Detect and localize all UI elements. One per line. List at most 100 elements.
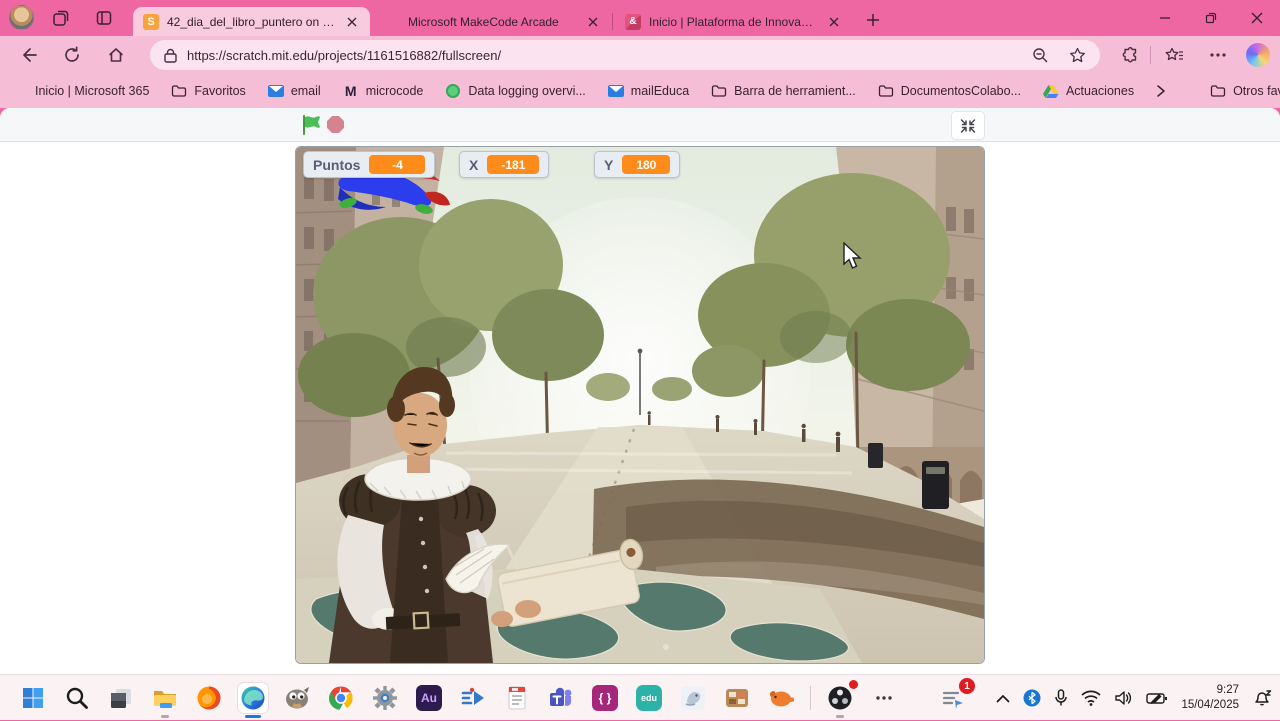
taskbar-clock[interactable]: 9:27 15/04/2025: [1181, 683, 1239, 713]
monitor-puntos[interactable]: Puntos -4: [303, 151, 436, 178]
folder-icon: [1210, 83, 1226, 99]
green-flag-button[interactable]: [301, 115, 323, 135]
monitor-label: Y: [604, 156, 614, 173]
back-icon[interactable]: [16, 43, 40, 67]
obs-icon[interactable]: [825, 680, 858, 718]
browser-titlebar: S 42_dia_del_libro_puntero on Scrat Micr…: [0, 0, 1280, 36]
new-tab-icon[interactable]: [862, 9, 884, 31]
search-icon[interactable]: [62, 683, 92, 713]
mail-icon: [607, 83, 624, 99]
monitor-value: -181: [487, 155, 540, 174]
url-text[interactable]: https://scratch.mit.edu/projects/1161516…: [187, 48, 1022, 63]
chrome-icon[interactable]: [326, 683, 356, 713]
home-icon[interactable]: [104, 43, 128, 67]
start-button[interactable]: [18, 683, 48, 713]
edge-icon[interactable]: [238, 683, 268, 718]
tab-close-icon[interactable]: [344, 14, 360, 30]
film-reel-app-icon[interactable]: [722, 683, 752, 713]
favorite-star-icon[interactable]: [1069, 47, 1086, 64]
obs-notification-dot: [849, 680, 858, 689]
document-app-icon[interactable]: [502, 683, 532, 713]
workspaces-icon[interactable]: [50, 7, 72, 29]
bookmark-otros-favoritos[interactable]: Otros favoritos: [1210, 83, 1280, 99]
bookmarks-bar: Inicio | Microsoft 365 Favoritos email M…: [0, 74, 1280, 108]
file-explorer-icon[interactable]: [150, 683, 180, 718]
tab-title: Microsoft MakeCode Arcade: [408, 14, 559, 29]
teams-icon[interactable]: [546, 683, 576, 713]
copilot-icon[interactable]: [1246, 43, 1270, 67]
clock-date: 15/04/2025: [1181, 699, 1239, 711]
stage-backdrop: [296, 147, 984, 663]
taskbar-divider: [810, 686, 811, 710]
bluetooth-icon[interactable]: [1023, 689, 1041, 707]
exit-fullscreen-button[interactable]: [952, 112, 984, 139]
scratch-favicon: S: [143, 13, 159, 30]
microsoft-icon: [12, 83, 28, 99]
monitor-label: X: [469, 156, 479, 173]
close-button[interactable]: [1234, 0, 1280, 36]
restore-button[interactable]: [1188, 0, 1234, 36]
tab-scratch-project[interactable]: S 42_dia_del_libro_puntero on Scrat: [133, 7, 370, 36]
refresh-icon[interactable]: [60, 43, 84, 67]
mail-icon: [267, 83, 284, 99]
monitor-x[interactable]: X -181: [459, 151, 550, 178]
tab-separator: [612, 13, 613, 30]
gimp-icon[interactable]: [282, 683, 312, 713]
tab-plataforma[interactable]: & Inicio | Plataforma de Innovación: [615, 7, 852, 36]
m-icon: M: [344, 83, 357, 99]
tab-makecode[interactable]: Microsoft MakeCode Arcade: [374, 7, 611, 36]
tray-notification-app-icon[interactable]: 1: [938, 678, 975, 713]
notification-bell-icon[interactable]: [1252, 689, 1272, 707]
plataforma-favicon: &: [625, 13, 641, 30]
bookmark-documentos[interactable]: DocumentosColabo...: [878, 83, 1021, 99]
bookmark-barra[interactable]: Barra de herramient...: [711, 83, 856, 99]
bookmark-microcode[interactable]: M microcode: [343, 83, 424, 99]
edu-app-icon[interactable]: edu: [634, 683, 664, 713]
makecode-app-icon[interactable]: { }: [590, 683, 620, 713]
microphone-icon[interactable]: [1054, 689, 1068, 707]
battery-pen-icon[interactable]: [1146, 690, 1168, 706]
tab-title: 42_dia_del_libro_puntero on Scrat: [167, 14, 336, 29]
favorites-list-icon[interactable]: [1162, 43, 1186, 67]
notification-badge: 1: [959, 678, 975, 694]
green-circle-icon: [445, 83, 461, 99]
seal-app-icon[interactable]: [678, 683, 708, 713]
stop-button[interactable]: [327, 116, 344, 133]
minimize-button[interactable]: [1142, 0, 1188, 36]
orange-creature-app-icon[interactable]: [766, 683, 796, 713]
folder-icon: [171, 83, 187, 99]
bookmarks-overflow-icon[interactable]: [1156, 85, 1166, 97]
bookmark-microsoft365[interactable]: Inicio | Microsoft 365: [12, 83, 149, 99]
hidden-icons-chevron[interactable]: [996, 694, 1010, 703]
bookmark-favoritos[interactable]: Favoritos: [171, 83, 246, 99]
drive-icon: [1042, 83, 1059, 99]
video-editor-icon[interactable]: [458, 683, 488, 713]
monitor-value: -4: [369, 155, 426, 174]
zoom-out-icon[interactable]: [1032, 47, 1049, 64]
bookmark-datalogging[interactable]: Data logging overvi...: [445, 83, 586, 99]
monitor-value: 180: [622, 155, 671, 174]
toolbar-divider: [1150, 46, 1151, 64]
tab-title: Inicio | Plataforma de Innovación: [649, 14, 818, 29]
extensions-icon[interactable]: [1118, 43, 1142, 67]
volume-icon[interactable]: [1114, 690, 1133, 706]
wifi-icon[interactable]: [1081, 690, 1102, 706]
address-bar[interactable]: https://scratch.mit.edu/projects/1161516…: [150, 40, 1100, 70]
settings-gear-icon[interactable]: [370, 683, 400, 713]
bookmark-actuaciones[interactable]: Actuaciones: [1042, 83, 1134, 99]
taskbar-overflow-icon[interactable]: [869, 683, 899, 713]
settings-menu-icon[interactable]: [1206, 43, 1230, 67]
task-view-icon[interactable]: [106, 683, 136, 713]
mouse-cursor: [842, 242, 862, 270]
firefox-icon[interactable]: [194, 683, 224, 713]
audition-icon[interactable]: Au: [414, 683, 444, 713]
bookmark-email[interactable]: email: [267, 83, 321, 99]
tab-actions-icon[interactable]: [93, 7, 115, 29]
tab-close-icon[interactable]: [826, 14, 842, 30]
bookmark-maileduca[interactable]: mailEduca: [607, 83, 689, 99]
tab-close-icon[interactable]: [585, 14, 601, 30]
profile-avatar[interactable]: [9, 5, 34, 30]
monitor-y[interactable]: Y 180: [594, 151, 681, 178]
scratch-stage[interactable]: Puntos -4 X -181 Y 180: [295, 146, 985, 664]
folder-icon: [878, 83, 894, 99]
